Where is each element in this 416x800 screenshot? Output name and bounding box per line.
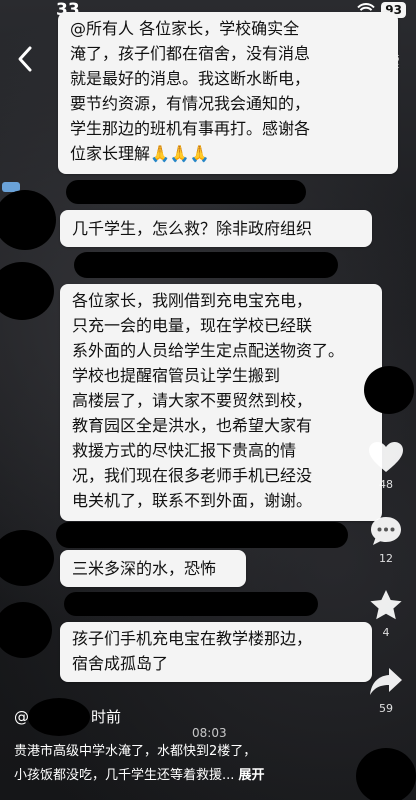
favorite-count: 4 bbox=[382, 626, 390, 639]
share-action[interactable]: 59 bbox=[356, 664, 416, 715]
comment-icon[interactable] bbox=[368, 514, 404, 548]
message-line: 就是最好的消息。我这断水断电， bbox=[70, 69, 311, 88]
chat-bubble-5: 孩子们手机充电宝在教学楼那边， 宿舍成孤岛了 bbox=[60, 622, 372, 682]
redacted-sender-name bbox=[74, 252, 338, 278]
redacted-sender-name bbox=[66, 180, 306, 204]
chat-bubble-2: 几千学生，怎么救？除非政府组织 bbox=[60, 210, 372, 247]
video-caption[interactable]: 贵港市高级中学水淹了，水都快到2楼了， 小孩饭都没吃，几千学生还等着救援... … bbox=[14, 740, 344, 788]
message-line: 孩子们手机充电宝在教学楼那边， bbox=[72, 629, 313, 648]
message-line: 学生那边的班机有事再打。感谢各 bbox=[70, 119, 311, 138]
message-line: 教育园区全是洪水，也希望大家有 bbox=[72, 416, 313, 435]
share-arrow-icon[interactable] bbox=[368, 664, 404, 698]
message-line: 救援方式的尽快汇报下贵高的情 bbox=[72, 441, 297, 460]
video-timestamp: 08:03 bbox=[192, 726, 227, 740]
message-line: 淹了，孩子们都在宿舍，没有消息 bbox=[70, 44, 311, 63]
comment-count: 12 bbox=[379, 552, 393, 565]
author-prefix: @ bbox=[14, 708, 29, 726]
like-action[interactable]: 48 bbox=[356, 440, 416, 491]
redacted-avatar bbox=[0, 190, 56, 250]
author-line[interactable]: @ 时前 bbox=[14, 706, 121, 727]
comment-action[interactable]: 12 bbox=[356, 514, 416, 565]
share-count: 59 bbox=[379, 702, 393, 715]
message-line: 电关机了，联系不到外面，谢谢。 bbox=[72, 491, 313, 510]
redacted-avatar bbox=[0, 530, 54, 586]
message-line: 学校也提醒宿管员让学生搬到 bbox=[72, 366, 281, 385]
message-line: 系外面的人员给学生定点配送物资了。 bbox=[72, 341, 345, 360]
back-arrow-icon[interactable] bbox=[14, 44, 36, 74]
expand-button[interactable]: 展开 bbox=[239, 768, 265, 783]
message-line: 宿舍成孤岛了 bbox=[72, 654, 169, 673]
redacted-sender-name bbox=[64, 592, 318, 616]
message-line: 高楼层了，请大家不要贸然到校， bbox=[72, 391, 313, 410]
chat-bubble-1: @所有人 各位家长，学校确实全 淹了，孩子们都在宿舍，没有消息 就是最好的消息。… bbox=[58, 12, 398, 174]
like-count: 48 bbox=[379, 478, 393, 491]
message-line: 况，我们现在很多老师手机已经没 bbox=[72, 466, 313, 485]
message-line: 三米多深的水，恐怖 bbox=[72, 559, 217, 578]
star-icon[interactable] bbox=[368, 588, 404, 622]
caption-line: 贵港市高级中学水淹了，水都快到2楼了， bbox=[14, 744, 257, 759]
caption-text: 小孩饭都没吃，几千学生还等着救援... bbox=[14, 768, 235, 783]
redacted-sender-name bbox=[56, 522, 348, 548]
video-screen: 33 93 搜索 @所有人 各位家长，学校确实全 淹了，孩子们都在宿舍，没有消息… bbox=[0, 0, 416, 800]
chat-bubble-4: 三米多深的水，恐怖 bbox=[60, 550, 246, 587]
chat-bubble-3: 各位家长，我刚借到充电宝充电， 只充一会的电量，现在学校已经联 系外面的人员给学… bbox=[60, 284, 382, 521]
message-line: @所有人 各位家长，学校确实全 bbox=[70, 19, 300, 38]
message-line: 只充一会的电量，现在学校已经联 bbox=[72, 316, 313, 335]
action-rail: 48 12 4 59 bbox=[356, 0, 416, 800]
redacted-avatar bbox=[0, 602, 52, 658]
time-ago: 时前 bbox=[91, 708, 122, 726]
message-line: 几千学生，怎么救？除非政府组织 bbox=[72, 219, 313, 238]
message-line: 位家长理解🙏🙏🙏 bbox=[70, 144, 210, 163]
redacted-avatar bbox=[0, 262, 54, 320]
favorite-action[interactable]: 4 bbox=[356, 588, 416, 639]
message-line: 各位家长，我刚借到充电宝充电， bbox=[72, 291, 313, 310]
redacted-corner bbox=[356, 748, 416, 800]
caption-line: 小孩饭都没吃，几千学生还等着救援... 展开 bbox=[14, 764, 344, 788]
redacted-creator-avatar[interactable] bbox=[364, 366, 414, 414]
message-line: 要节约资源，有情况我会通知的， bbox=[70, 94, 311, 113]
heart-icon[interactable] bbox=[367, 440, 405, 474]
